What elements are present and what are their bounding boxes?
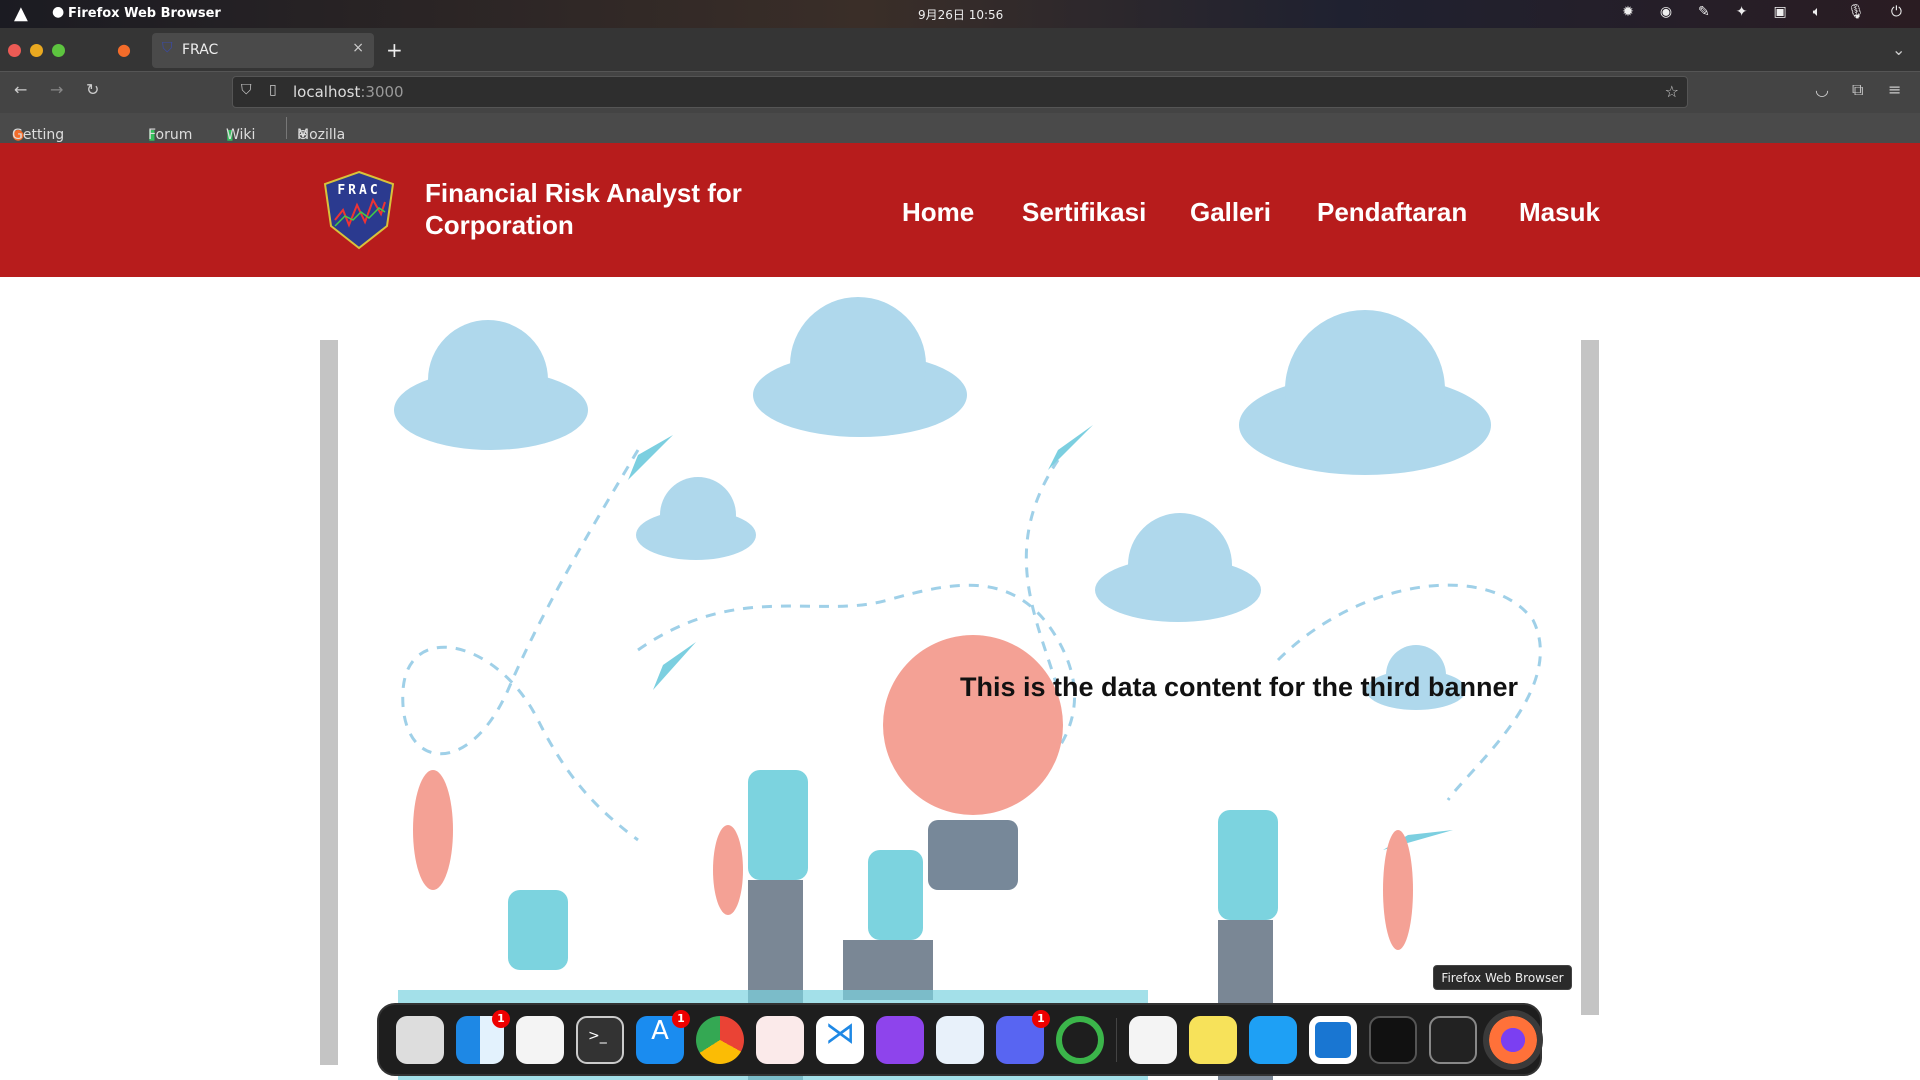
banner-caption: This is the data content for the third b… xyxy=(960,672,1519,702)
bookmarks-bar: ● Getting Started ▮ Forum ▮ Wiki ⊕ Mozil… xyxy=(0,113,1920,159)
nav-sertifikasi[interactable]: Sertifikasi xyxy=(1022,197,1146,228)
app-store-badge: 1 xyxy=(672,1009,690,1028)
finder-badge: 1 xyxy=(492,1009,510,1028)
forward-icon[interactable]: → xyxy=(50,80,63,99)
bookmark-star-icon[interactable]: ☆ xyxy=(1665,82,1679,101)
url-host: localhost xyxy=(293,83,361,101)
launchpad-icon[interactable] xyxy=(396,1015,444,1064)
bookmarks-separator xyxy=(286,117,287,139)
godot-icon[interactable] xyxy=(936,1015,984,1064)
system-top-bar: ▲ ● Firefox Web Browser 9月26日 10:56 ✹ ◉ … xyxy=(0,0,1920,28)
discord-tray-icon[interactable]: ◉ xyxy=(1660,4,1672,20)
nav-pendaftaran[interactable]: Pendaftaran xyxy=(1317,197,1467,228)
firefox-dock-icon[interactable] xyxy=(1483,1009,1543,1070)
pocket-icon[interactable]: ◡ xyxy=(1815,80,1829,99)
nav-home[interactable]: Home xyxy=(902,197,974,228)
terminal-icon[interactable]: >_ xyxy=(576,1015,624,1064)
sparkle-tray-icon[interactable]: ✦ xyxy=(1736,4,1748,20)
cloud xyxy=(1095,513,1261,622)
text-editor-icon[interactable] xyxy=(516,1015,564,1064)
pencil-app-icon[interactable] xyxy=(1249,1015,1297,1064)
figma-icon[interactable] xyxy=(756,1015,804,1064)
minimize-window-button[interactable] xyxy=(30,44,43,57)
list-tabs-chevron-icon[interactable]: ⌄ xyxy=(1892,40,1905,59)
power-icon[interactable]: ⏻ xyxy=(1891,4,1902,20)
settings-tray-icon[interactable]: ✹ xyxy=(1622,4,1634,20)
cloud xyxy=(753,297,967,437)
dock: 1 >_ A1 ⋊ 1 xyxy=(377,1003,1543,1076)
clock[interactable]: 9月26日 10:56 xyxy=(918,6,1003,23)
stickies-icon[interactable] xyxy=(1189,1015,1237,1064)
document-viewer-icon[interactable] xyxy=(1309,1015,1357,1064)
app-store-icon[interactable]: A1 xyxy=(636,1009,690,1064)
shield-icon[interactable]: ⛉ xyxy=(241,82,252,98)
microphone-icon[interactable]: 🎙︎ xyxy=(1847,4,1865,20)
network-icon[interactable]: ▣ xyxy=(1774,4,1787,20)
vscode-icon[interactable]: ⋊ xyxy=(816,1015,864,1064)
menu-icon[interactable]: ≡ xyxy=(1888,80,1901,99)
notes-tray-icon[interactable]: ✎ xyxy=(1698,4,1710,20)
url-bar[interactable]: ⛉ ▯ localhost:3000 ☆ xyxy=(232,76,1688,108)
cloud xyxy=(394,320,588,450)
extensions-icon[interactable]: ⧉ xyxy=(1852,80,1863,100)
nav-galleri[interactable]: Galleri xyxy=(1190,197,1271,228)
carousel-next-control[interactable] xyxy=(1581,340,1599,1015)
dock-separator xyxy=(1116,1017,1117,1062)
firefox-small-icon: ● xyxy=(52,4,65,20)
volume-icon[interactable]: 🔈︎ xyxy=(1813,4,1821,20)
dock-tooltip: Firefox Web Browser xyxy=(1433,965,1572,990)
site-title[interactable]: Financial Risk Analyst for Corporation xyxy=(425,177,755,241)
nav-masuk[interactable]: Masuk xyxy=(1519,197,1600,228)
console-icon[interactable] xyxy=(1369,1015,1417,1064)
frac-logo[interactable]: FRAC xyxy=(323,170,395,250)
lightbulb xyxy=(883,635,1063,815)
system-tray: ✹ ◉ ✎ ✦ ▣ 🔈︎ 🎙︎ ⏻ xyxy=(1622,4,1902,20)
os-logo-icon[interactable]: ▲ xyxy=(14,3,28,24)
chrome-icon[interactable] xyxy=(696,1015,744,1064)
maximize-window-button[interactable] xyxy=(52,44,65,57)
visual-studio-icon[interactable] xyxy=(876,1015,924,1064)
progress-ring-icon[interactable] xyxy=(1056,1015,1104,1064)
back-icon[interactable]: ← xyxy=(14,80,27,99)
carousel-prev-control[interactable] xyxy=(320,340,338,1065)
svg-text:FRAC: FRAC xyxy=(337,183,380,198)
url-port: :3000 xyxy=(360,83,404,101)
finder-icon[interactable]: 1 xyxy=(456,1009,510,1064)
close-window-button[interactable] xyxy=(8,44,21,57)
page-icon: ▯ xyxy=(269,82,277,98)
tab-title: FRAC xyxy=(182,42,219,58)
active-app-name: Firefox Web Browser xyxy=(68,6,221,21)
cloud xyxy=(1239,310,1491,475)
frac-favicon-icon: ⛉ xyxy=(162,40,173,56)
discord-badge: 1 xyxy=(1032,1009,1050,1028)
site-header: FRAC Financial Risk Analyst for Corporat… xyxy=(0,143,1920,277)
reload-icon[interactable]: ↻ xyxy=(86,80,99,99)
tab-frac[interactable]: ⛉ FRAC × xyxy=(152,33,374,68)
discord-icon[interactable]: 1 xyxy=(996,1009,1050,1064)
textedit-icon[interactable] xyxy=(1129,1015,1177,1064)
close-tab-icon[interactable]: × xyxy=(352,40,364,56)
new-tab-icon[interactable]: + xyxy=(386,38,403,62)
activity-monitor-icon[interactable] xyxy=(1429,1015,1477,1064)
cloud xyxy=(636,477,756,560)
firefox-view-icon[interactable]: ● xyxy=(117,40,131,59)
